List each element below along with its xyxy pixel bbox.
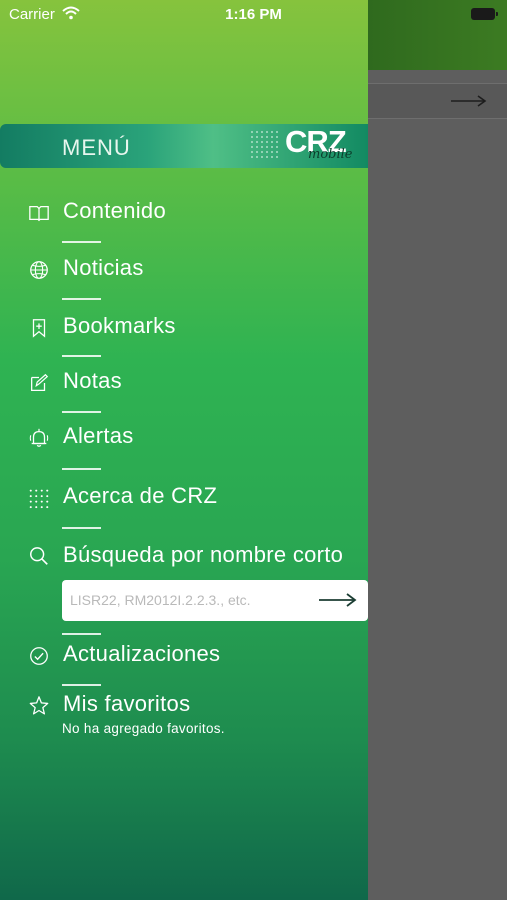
- menu-item-label: Notas: [63, 368, 122, 393]
- divider: [62, 298, 101, 300]
- divider: [62, 468, 101, 470]
- menu-item-busqueda[interactable]: Búsqueda por nombre corto: [28, 540, 368, 576]
- short-name-search-input[interactable]: [70, 588, 310, 612]
- menu-item-label: Actualizaciones: [63, 641, 221, 666]
- menu-item-label: Bookmarks: [63, 313, 176, 338]
- menu-item-label: Búsqueda por nombre corto: [63, 542, 344, 567]
- menu-item-actualizaciones[interactable]: Actualizaciones: [28, 639, 368, 675]
- divider: [62, 411, 101, 413]
- crz-logo-subtitle: mobile: [308, 147, 353, 162]
- book-icon: [29, 205, 49, 222]
- favorites-empty-text: No ha agregado favoritos.: [62, 721, 225, 736]
- menu-item-notas[interactable]: Notas: [28, 366, 368, 402]
- menu-item-label: Contenido: [63, 198, 166, 223]
- bookmark-icon: [32, 319, 46, 338]
- logo-dots-icon: [251, 131, 278, 158]
- menu-item-alertas[interactable]: Alertas: [28, 421, 368, 457]
- arrow-right-icon[interactable]: [450, 94, 488, 108]
- menu-item-label: Acerca de CRZ: [63, 483, 218, 508]
- menu-item-label: Alertas: [63, 423, 134, 448]
- battery-icon: [471, 8, 495, 20]
- battery-tip: [496, 12, 498, 16]
- edit-note-icon: [31, 373, 49, 391]
- divider: [62, 633, 101, 635]
- menu-item-noticias[interactable]: Noticias: [28, 253, 368, 289]
- bell-icon: [29, 428, 49, 447]
- globe-icon: [30, 261, 48, 279]
- status-bar: Carrier 1:16 PM: [0, 0, 507, 28]
- status-time: 1:16 PM: [225, 6, 282, 23]
- divider: [62, 527, 101, 529]
- divider: [62, 241, 101, 243]
- check-circle-icon: [30, 647, 48, 665]
- divider: [62, 355, 101, 357]
- search-icon: [30, 547, 48, 565]
- background-toolbar: [368, 83, 507, 119]
- background-app-panel[interactable]: [368, 0, 507, 900]
- menu-item-label: Noticias: [63, 255, 144, 280]
- side-menu-drawer: MENÚ CRZ mobile Contenido Noticias Bookm…: [0, 0, 368, 900]
- star-icon: [29, 696, 49, 715]
- menu-item-label: Mis favoritos: [63, 691, 191, 716]
- menu-item-mis-favoritos[interactable]: Mis favoritos: [28, 689, 368, 725]
- dots-grid-icon: [29, 489, 49, 509]
- menu-item-contenido[interactable]: Contenido: [28, 196, 368, 232]
- menu-title: MENÚ: [62, 135, 131, 160]
- menu-item-bookmarks[interactable]: Bookmarks: [28, 311, 368, 347]
- arrow-right-icon[interactable]: [318, 592, 358, 608]
- divider: [62, 684, 101, 686]
- short-name-search-box[interactable]: [62, 580, 368, 621]
- menu-item-acerca-de-crz[interactable]: Acerca de CRZ: [28, 481, 368, 517]
- menu-header: MENÚ CRZ mobile: [0, 124, 368, 168]
